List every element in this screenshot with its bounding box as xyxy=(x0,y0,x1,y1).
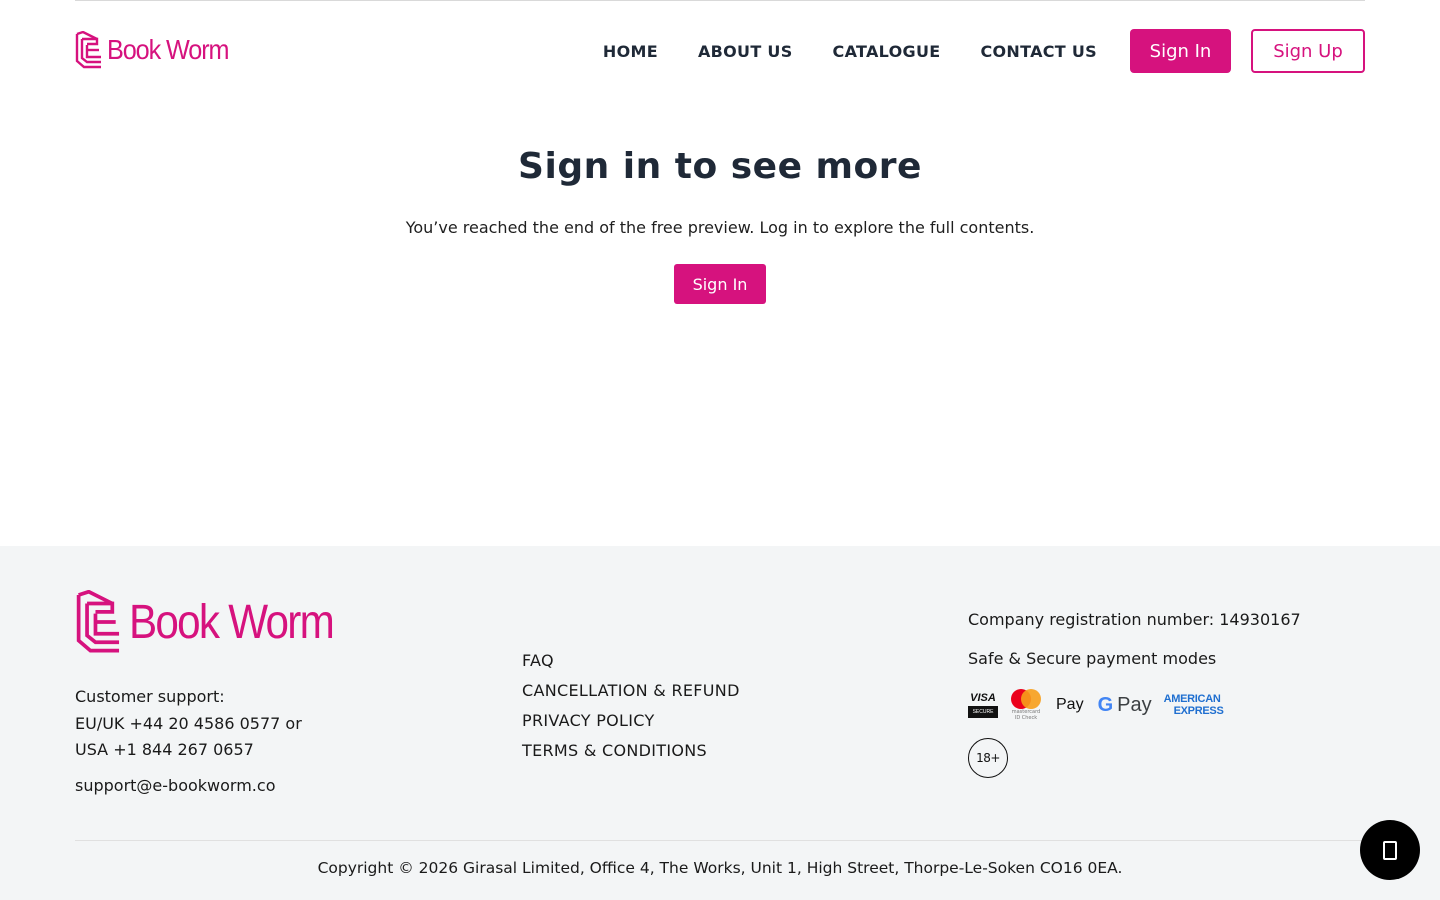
company-registration: Company registration number: 14930167 xyxy=(968,610,1301,629)
nav-contact-us[interactable]: CONTACT US xyxy=(980,42,1097,61)
preview-end-section: Sign in to see more You’ve reached the e… xyxy=(0,140,1440,304)
copyright-text: Copyright © 2026 Girasal Limited, Office… xyxy=(317,859,1123,877)
site-footer: Book Worm Customer support: EU/UK +44 20… xyxy=(0,546,1440,900)
mastercard-id-check-text: mastercard ID Check xyxy=(1011,709,1041,721)
payment-logos: VISA SECURE mastercard ID Check Pay G Pa… xyxy=(968,689,1224,721)
brand-logo[interactable]: Book Worm xyxy=(75,31,242,69)
nav-catalogue[interactable]: CATALOGUE xyxy=(833,42,941,61)
american-express-logo: AMERICAN EXPRESS xyxy=(1164,693,1224,717)
main-sign-in-button[interactable]: Sign In xyxy=(674,264,766,304)
support-phone-usa: USA +1 844 267 0657 xyxy=(75,740,254,759)
payment-modes-title: Safe & Secure payment modes xyxy=(968,649,1217,668)
footer-link-faq[interactable]: FAQ xyxy=(522,646,740,676)
footer-brand-name: Book Worm xyxy=(129,595,335,649)
footer-links: FAQ CANCELLATION & REFUND PRIVACY POLICY… xyxy=(522,646,740,766)
chat-widget-button[interactable] xyxy=(1360,820,1420,880)
amex-line-2: EXPRESS xyxy=(1173,705,1224,717)
page-title: Sign in to see more xyxy=(518,146,922,187)
main-nav: HOME ABOUT US CATALOGUE CONTACT US Sign … xyxy=(603,29,1365,73)
footer-link-privacy-policy[interactable]: PRIVACY POLICY xyxy=(522,706,740,736)
preview-message: You’ve reached the end of the free previ… xyxy=(405,218,1035,237)
book-stack-icon xyxy=(76,590,120,653)
support-phone-eu: EU/UK +44 20 4586 0577 or xyxy=(75,713,302,733)
mastercard-logo: mastercard ID Check xyxy=(1010,689,1042,721)
nav-about-us[interactable]: ABOUT US xyxy=(698,42,793,61)
visa-secure-text: SECURE xyxy=(968,705,998,718)
age-restriction-badge: 18+ xyxy=(968,738,1008,778)
visa-secure-logo: VISA SECURE xyxy=(968,691,998,720)
customer-support: Customer support: EU/UK +44 20 4586 0577… xyxy=(75,684,302,764)
brand-name: Book Worm xyxy=(107,34,230,65)
footer-link-cancellation-refund[interactable]: CANCELLATION & REFUND xyxy=(522,676,740,706)
google-pay-logo: G Pay xyxy=(1098,694,1152,717)
support-label: Customer support: xyxy=(75,687,225,706)
header-sign-up-button[interactable]: Sign Up xyxy=(1251,29,1365,73)
footer-divider xyxy=(75,840,1365,841)
apple-pay-text: Pay xyxy=(1056,696,1084,713)
footer-brand-logo[interactable]: Book Worm xyxy=(75,590,361,654)
apple-pay-logo: Pay xyxy=(1056,696,1084,714)
chat-icon xyxy=(1383,840,1397,860)
header-sign-in-button[interactable]: Sign In xyxy=(1130,29,1231,73)
amex-line-1: AMERICAN xyxy=(1163,693,1221,705)
footer-link-terms-conditions[interactable]: TERMS & CONDITIONS xyxy=(522,736,740,766)
google-pay-text: Pay xyxy=(1117,693,1152,716)
book-stack-icon xyxy=(75,31,101,69)
mastercard-circles-icon xyxy=(1010,689,1042,709)
visa-text: VISA xyxy=(970,691,996,704)
support-email-link[interactable]: support@e-bookworm.co xyxy=(75,776,275,795)
google-g-icon: G xyxy=(1097,693,1114,716)
site-header: Book Worm HOME ABOUT US CATALOGUE CONTAC… xyxy=(75,0,1365,100)
nav-home[interactable]: HOME xyxy=(603,42,658,61)
